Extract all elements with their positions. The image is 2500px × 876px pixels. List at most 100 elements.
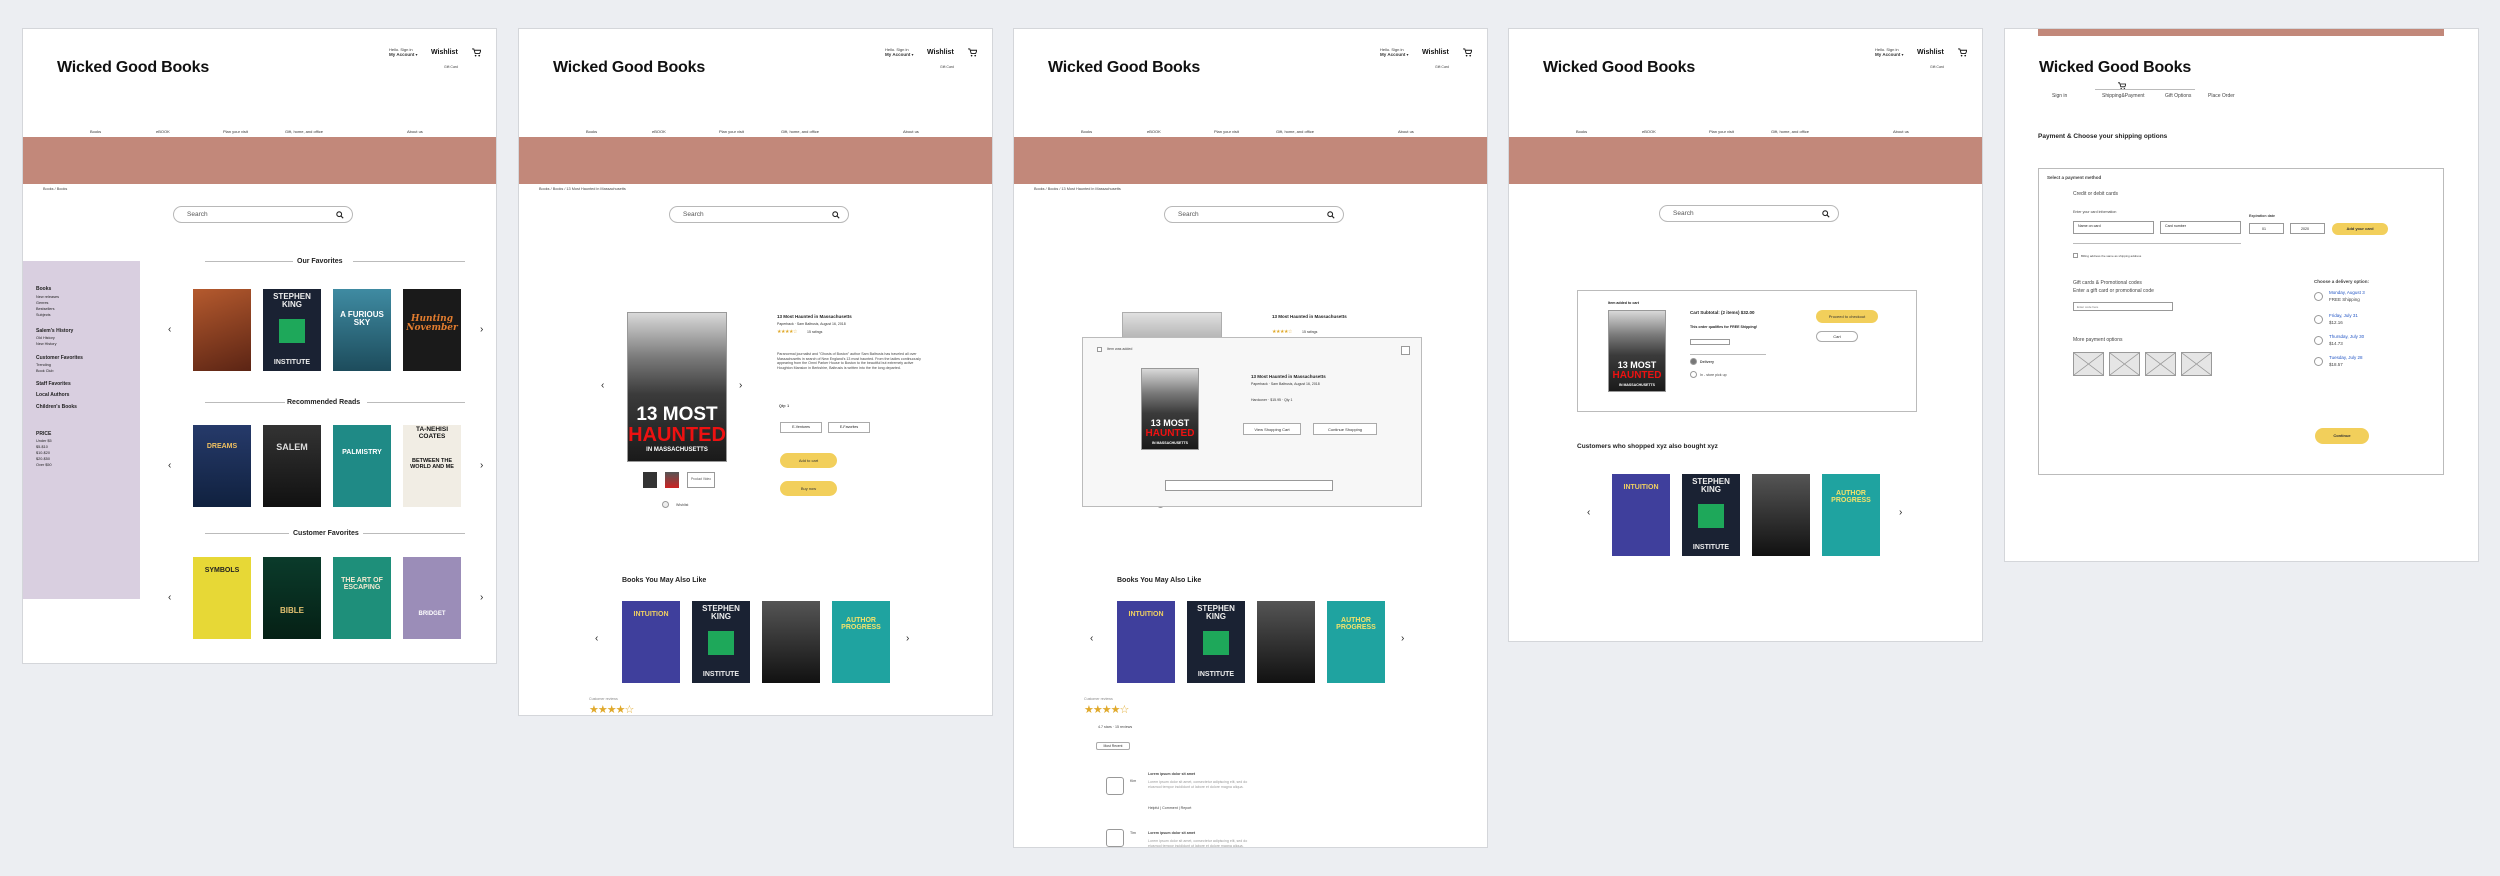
book-cover[interactable] bbox=[762, 601, 820, 683]
nav-ebook[interactable]: eBOOK bbox=[156, 129, 170, 134]
cart-icon[interactable] bbox=[1958, 48, 1967, 57]
wishlist-heart-icon[interactable] bbox=[662, 501, 669, 508]
book-cover[interactable]: THE ART OF ESCAPING bbox=[333, 557, 391, 639]
book-cover[interactable]: AUTHOR PROGRESS bbox=[1822, 474, 1880, 556]
gift-card-link[interactable]: Gift Card bbox=[444, 65, 458, 69]
image-prev-icon[interactable]: ‹ bbox=[601, 381, 604, 391]
payment-option-placeholder[interactable] bbox=[2181, 352, 2212, 376]
book-cover[interactable]: Hunting November bbox=[403, 289, 461, 371]
delivery-radio[interactable] bbox=[2314, 336, 2323, 345]
thumbnail-video[interactable]: Product Video bbox=[687, 472, 715, 488]
breadcrumb[interactable]: Books / Books / 13 Most Haunted in Massa… bbox=[539, 187, 626, 191]
account-menu[interactable]: Hello. Sign in My Account ▾ bbox=[1380, 47, 1408, 57]
gift-card-link[interactable]: Gift Card bbox=[1435, 65, 1449, 69]
price-option[interactable]: $10-$20 bbox=[36, 451, 50, 455]
sidebar-item[interactable]: Book Club bbox=[36, 369, 54, 373]
account-menu[interactable]: Hello. Sign in My Account ▾ bbox=[1875, 47, 1903, 57]
book-cover[interactable]: INTUITION bbox=[622, 601, 680, 683]
book-cover[interactable]: SYMBOLS bbox=[193, 557, 251, 639]
sidebar-salem[interactable]: Salem's History bbox=[36, 328, 73, 334]
delivery-date[interactable]: Thursday, July 30 bbox=[2329, 334, 2364, 339]
nav-plan-visit[interactable]: Plan your visit bbox=[1214, 129, 1239, 134]
delivery-radio[interactable] bbox=[2314, 357, 2323, 366]
book-cover[interactable]: STEPHEN KING INSTITUTE bbox=[263, 289, 321, 371]
sidebar-item[interactable]: Subjects bbox=[36, 313, 51, 317]
sidebar-item[interactable]: New releases bbox=[36, 295, 59, 299]
site-logo[interactable]: Wicked Good Books bbox=[1048, 59, 1200, 77]
delivery-date[interactable]: Monday, August 3 bbox=[2329, 290, 2365, 295]
search-icon[interactable] bbox=[1822, 210, 1830, 218]
expiration-month-select[interactable]: 01 bbox=[2249, 223, 2284, 234]
add-card-button[interactable]: Add your card bbox=[2332, 223, 2388, 235]
book-cover[interactable]: INTUITION bbox=[1117, 601, 1175, 683]
sidebar-customer-favorites[interactable]: Customer Favorites bbox=[36, 355, 83, 361]
gift-card-link[interactable]: Gift Card bbox=[1930, 65, 1944, 69]
nav-plan-visit[interactable]: Plan your visit bbox=[719, 129, 744, 134]
price-option[interactable]: $20-$50 bbox=[36, 457, 50, 461]
delivery-date[interactable]: Friday, July 31 bbox=[2329, 313, 2358, 318]
proceed-to-checkout-button[interactable]: Proceed to checkout bbox=[1816, 310, 1878, 323]
nav-gift-home-office[interactable]: Gift, home, and office bbox=[1276, 129, 1314, 134]
carousel-next-icon[interactable]: › bbox=[906, 634, 909, 644]
breadcrumb[interactable]: Books / Books / 13 Most Haunted in Massa… bbox=[1034, 187, 1121, 191]
book-cover[interactable]: TA-NEHISI COATES BETWEEN THE WORLD AND ME bbox=[403, 425, 461, 507]
payment-option-placeholder[interactable] bbox=[2109, 352, 2140, 376]
nav-plan-visit[interactable]: Plan your visit bbox=[1709, 129, 1734, 134]
quantity-select[interactable]: Qty: 1 bbox=[779, 404, 789, 408]
book-cover[interactable]: INTUITION bbox=[1612, 474, 1670, 556]
site-logo[interactable]: Wicked Good Books bbox=[1543, 59, 1695, 77]
wishlist-link[interactable]: Wishlist bbox=[927, 49, 954, 56]
carousel-prev-icon[interactable]: ‹ bbox=[168, 325, 171, 335]
pickup-label[interactable]: In - store pick up bbox=[1700, 373, 1727, 377]
nav-gift-home-office[interactable]: Gift, home, and office bbox=[781, 129, 819, 134]
view-cart-button[interactable]: View Shopping Cart bbox=[1243, 423, 1301, 435]
book-cover[interactable]: BIBLE bbox=[263, 557, 321, 639]
book-cover[interactable]: BRIDGET bbox=[403, 557, 461, 639]
book-cover[interactable]: STEPHEN KING INSTITUTE bbox=[1187, 601, 1245, 683]
carousel-next-icon[interactable]: › bbox=[480, 593, 483, 603]
billing-same-checkbox[interactable] bbox=[2073, 253, 2078, 258]
rating-count[interactable]: 15 ratings bbox=[1302, 330, 1317, 334]
review-filter-dropdown[interactable]: Most Recent bbox=[1096, 742, 1130, 750]
nav-gift-home-office[interactable]: Gift, home, and office bbox=[285, 129, 323, 134]
nav-books[interactable]: Books bbox=[1576, 129, 1587, 134]
site-logo[interactable]: Wicked Good Books bbox=[2039, 59, 2191, 77]
sidebar-local-authors[interactable]: Local Authors bbox=[36, 392, 69, 398]
cart-icon[interactable] bbox=[968, 48, 977, 57]
carousel-next-icon[interactable]: › bbox=[480, 325, 483, 335]
step-sign-in[interactable]: Sign in bbox=[2052, 93, 2067, 99]
delivery-radio[interactable] bbox=[2314, 315, 2323, 324]
nav-gift-home-office[interactable]: Gift, home, and office bbox=[1771, 129, 1809, 134]
carousel-next-icon[interactable]: › bbox=[480, 461, 483, 471]
card-number-field[interactable]: Card number bbox=[2160, 221, 2241, 234]
book-cover[interactable]: PALMISTRY bbox=[333, 425, 391, 507]
gift-card-link[interactable]: Gift Card bbox=[940, 65, 954, 69]
nav-ebook[interactable]: eBOOK bbox=[652, 129, 666, 134]
search-icon[interactable] bbox=[1327, 211, 1335, 219]
pickup-radio[interactable] bbox=[1690, 371, 1697, 378]
payment-option-placeholder[interactable] bbox=[2073, 352, 2104, 376]
carousel-prev-icon[interactable]: ‹ bbox=[168, 593, 171, 603]
continue-button[interactable]: Continue bbox=[2315, 428, 2369, 444]
carousel-next-icon[interactable]: › bbox=[1401, 634, 1404, 644]
step-gift-options[interactable]: Gift Options bbox=[2165, 93, 2191, 99]
site-logo[interactable]: Wicked Good Books bbox=[553, 59, 705, 77]
book-cover[interactable]: SALEM bbox=[263, 425, 321, 507]
cart-icon[interactable] bbox=[472, 48, 481, 57]
book-cover[interactable]: A FURIOUS SKY bbox=[333, 289, 391, 371]
wishlist-link[interactable]: Wishlist bbox=[1422, 49, 1449, 56]
site-logo[interactable]: Wicked Good Books bbox=[57, 59, 209, 77]
account-menu[interactable]: Hello. Sign in My Account ▾ bbox=[885, 47, 913, 57]
nav-books[interactable]: Books bbox=[1081, 129, 1092, 134]
carousel-prev-icon[interactable]: ‹ bbox=[168, 461, 171, 471]
nav-plan-visit[interactable]: Plan your visit bbox=[223, 129, 248, 134]
sidebar-item[interactable]: Bestsellers bbox=[36, 307, 55, 311]
carousel-prev-icon[interactable]: ‹ bbox=[1587, 508, 1590, 518]
payment-option-placeholder[interactable] bbox=[2145, 352, 2176, 376]
close-icon[interactable] bbox=[1401, 346, 1410, 355]
nav-about[interactable]: About us bbox=[1893, 129, 1909, 134]
search-input[interactable]: Search bbox=[669, 206, 849, 223]
format-option[interactable]: E-Ventures bbox=[780, 422, 822, 433]
sidebar-item[interactable]: Old History bbox=[36, 336, 55, 340]
carousel-prev-icon[interactable]: ‹ bbox=[1090, 634, 1093, 644]
